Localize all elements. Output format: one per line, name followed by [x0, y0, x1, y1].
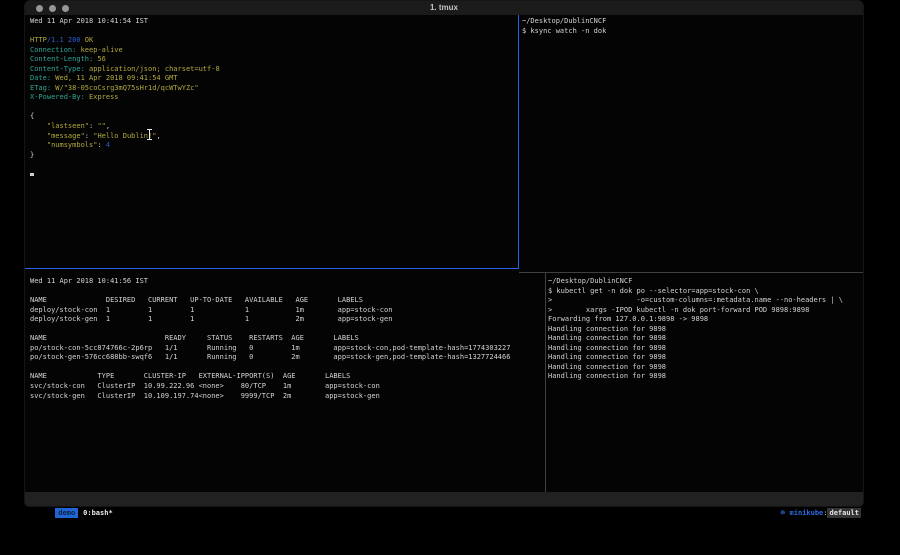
- terminal-line: Handling connection for 9898: [548, 363, 863, 373]
- active-pane-border-horizontal[interactable]: [25, 268, 519, 269]
- pods-table-header: NAME READY STATUS RESTARTS AGE LABELS: [30, 334, 545, 344]
- terminal-line: $ kubectl get -n dok po --selector=app=s…: [548, 287, 863, 297]
- window-titlebar[interactable]: 1. tmux: [25, 1, 863, 15]
- pane-border-horizontal[interactable]: [519, 272, 863, 273]
- terminal-line: Handling connection for 9898: [548, 353, 863, 363]
- terminal-cursor: [30, 173, 34, 176]
- terminal-line: Handling connection for 9898: [548, 372, 863, 382]
- http-header-line: Content-Type: application/json; charset=…: [30, 65, 518, 75]
- http-header-line: Content-Length: 56: [30, 55, 518, 65]
- kube-namespace: default: [827, 508, 861, 518]
- deployments-table-row: deploy/stock-con 1 1 1 1 1m app=stock-co…: [30, 306, 545, 316]
- terminal-line: Handling connection for 9898: [548, 325, 863, 335]
- deployments-table-header: NAME DESIRED CURRENT UP-TO-DATE AVAILABL…: [30, 296, 545, 306]
- pane-http-response[interactable]: Wed 11 Apr 2018 10:41:54 IST HTTP/1.1 200…: [25, 15, 518, 268]
- terminal-line: [30, 325, 545, 335]
- terminal-line: Handling connection for 9898: [548, 344, 863, 354]
- terminal-line: > xargs -IPOD kubectl -n dok port-forwar…: [548, 306, 863, 316]
- terminal-line: [30, 103, 518, 113]
- deployments-table-row: deploy/stock-gen 1 1 1 1 2m app=stock-ge…: [30, 315, 545, 325]
- terminal-line: [30, 27, 518, 37]
- cursor-line: [30, 170, 518, 180]
- kube-context: minikube: [790, 509, 824, 517]
- pane-kubectl-get[interactable]: Wed 11 Apr 2018 10:41:56 IST NAME DESIRED…: [25, 269, 545, 492]
- window-title: 1. tmux: [25, 3, 863, 12]
- cwd-line: ~/Desktop/DublinCNCF: [548, 277, 863, 287]
- terminal-window: 1. tmux Wed 11 Apr 2018 10:41:54 IST HTTP…: [25, 1, 863, 506]
- http-header-line: Date: Wed, 11 Apr 2018 09:41:54 GMT: [30, 74, 518, 84]
- timestamp-line: Wed 11 Apr 2018 10:41:56 IST: [30, 277, 545, 287]
- http-header-line: ETag: W/"38-05coCsrg3mQ75sHr1d/qcWTwYZc": [30, 84, 518, 94]
- status-bar-right: ☸ minikube:default: [747, 492, 861, 506]
- services-table-header: NAME TYPE CLUSTER-IP EXTERNAL-IPPORT(S) …: [30, 372, 545, 382]
- tmux-status-bar: demo0:bash* ☸ minikube:default: [25, 492, 863, 506]
- pane-port-forward[interactable]: ~/Desktop/DublinCNCF$ kubectl get -n dok…: [547, 273, 863, 492]
- active-pane-border-vertical[interactable]: [518, 15, 519, 269]
- json-field-line: "numsymbols": 4: [30, 141, 518, 151]
- terminal-line: [30, 287, 545, 297]
- json-open-brace: {: [30, 112, 518, 122]
- window-label[interactable]: 0:bash*: [83, 509, 113, 517]
- pane-border-vertical[interactable]: [545, 272, 546, 492]
- pane-ksync[interactable]: ~/Desktop/DublinCNCF $ ksync watch -n do…: [520, 15, 863, 272]
- http-status-line: HTTP/1.1 200 OK: [30, 36, 518, 46]
- timestamp-line: Wed 11 Apr 2018 10:41:54 IST: [30, 17, 518, 27]
- command-line: $ ksync watch -n dok: [522, 27, 863, 37]
- terminal-line: [30, 363, 545, 373]
- cwd-line: ~/Desktop/DublinCNCF: [522, 17, 863, 27]
- json-close-brace: }: [30, 151, 518, 161]
- tmux-pane-area: Wed 11 Apr 2018 10:41:54 IST HTTP/1.1 200…: [25, 15, 863, 492]
- services-table-row: svc/stock-gen ClusterIP 10.109.197.74<no…: [30, 392, 545, 402]
- terminal-line: > -o=custom-columns=:metadata.name --no-…: [548, 296, 863, 306]
- json-field-line: "message": "Hello Dublin!",: [30, 132, 518, 142]
- session-badge: demo: [55, 508, 78, 518]
- desktop-background: 1. tmux Wed 11 Apr 2018 10:41:54 IST HTTP…: [0, 0, 900, 555]
- http-header-line: X-Powered-By: Express: [30, 93, 518, 103]
- kubernetes-icon: ☸: [781, 508, 786, 517]
- services-table-row: svc/stock-con ClusterIP 10.99.222.96 <no…: [30, 382, 545, 392]
- terminal-line: Handling connection for 9898: [548, 334, 863, 344]
- pods-table-row: po/stock-con-5cc874766c-2p6rp 1/1 Runnin…: [30, 344, 545, 354]
- http-header-line: Connection: keep-alive: [30, 46, 518, 56]
- pods-table-row: po/stock-gen-576cc688bb-swqf6 1/1 Runnin…: [30, 353, 545, 363]
- terminal-line: [30, 160, 518, 170]
- terminal-line: Forwarding from 127.0.0.1:9898 -> 9898: [548, 315, 863, 325]
- json-field-line: "lastseen": "",: [30, 122, 518, 132]
